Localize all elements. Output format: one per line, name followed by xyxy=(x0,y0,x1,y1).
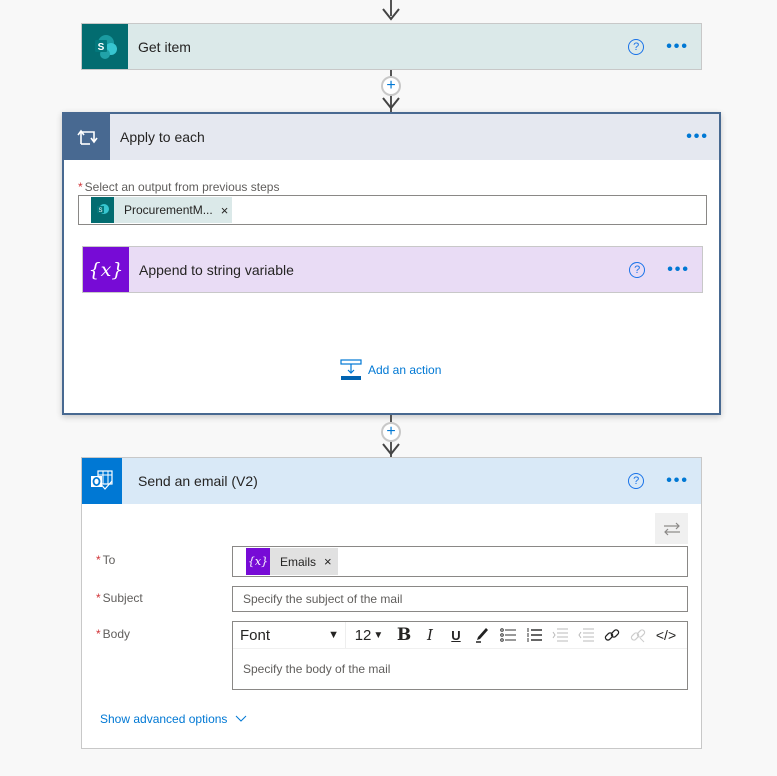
body-label: * Body xyxy=(96,627,131,641)
chevron-down-icon: ▼ xyxy=(328,629,339,641)
outlook-icon xyxy=(82,458,122,504)
help-icon[interactable]: ? xyxy=(629,261,646,278)
svg-text:S: S xyxy=(98,42,105,53)
to-label: * To xyxy=(96,553,116,567)
bullet-list-icon xyxy=(500,628,516,642)
increase-indent-button[interactable] xyxy=(549,622,571,648)
subject-input[interactable]: Specify the subject of the mail xyxy=(232,586,688,612)
font-color-button[interactable] xyxy=(471,622,493,648)
card-title: Append to string variable xyxy=(139,261,294,278)
remove-token-icon[interactable]: × xyxy=(221,203,229,218)
arrow-down-icon xyxy=(382,8,400,21)
unlink-icon xyxy=(630,629,646,643)
help-icon[interactable]: ? xyxy=(628,38,645,55)
chevron-down-icon xyxy=(236,715,247,722)
italic-button[interactable]: I xyxy=(419,622,441,648)
bullet-list-button[interactable] xyxy=(497,622,519,648)
font-dropdown[interactable]: Font ▼ xyxy=(235,622,346,648)
sharepoint-icon: S xyxy=(91,197,114,223)
help-icon[interactable]: ? xyxy=(628,473,645,489)
link-icon xyxy=(604,629,620,641)
card-title: Get item xyxy=(138,38,191,55)
body-toolbar: Font ▼ 12 ▼ B I U </> xyxy=(233,622,687,649)
code-view-button[interactable]: </> xyxy=(653,622,679,648)
select-output-input[interactable]: S ProcurementM... × xyxy=(78,195,707,225)
arrow-down-icon xyxy=(382,97,400,110)
chevron-down-icon: ▼ xyxy=(373,629,384,641)
indent-icon xyxy=(552,628,568,642)
card-title: Apply to each xyxy=(120,129,205,145)
apply-to-each-card[interactable]: Apply to each ••• * Select an output from… xyxy=(62,112,721,415)
more-options-icon[interactable]: ••• xyxy=(666,38,689,54)
arrow-down-icon xyxy=(382,443,400,456)
svg-text:S: S xyxy=(98,208,102,214)
pen-icon xyxy=(476,628,488,643)
insert-link-button[interactable] xyxy=(601,622,623,648)
remove-link-button[interactable] xyxy=(627,622,649,648)
add-action-label: Add an action xyxy=(368,363,442,377)
numbered-list-button[interactable] xyxy=(523,622,545,648)
token-label: ProcurementM... xyxy=(124,203,213,217)
sharepoint-icon: S xyxy=(82,24,128,69)
loop-icon xyxy=(64,114,110,160)
add-action-icon xyxy=(340,359,362,380)
show-advanced-options-link[interactable]: Show advanced options xyxy=(100,712,247,726)
decrease-indent-button[interactable] xyxy=(575,622,597,648)
body-placeholder: Specify the body of the mail xyxy=(243,662,391,676)
insert-step-button[interactable]: + xyxy=(381,422,401,442)
emails-token[interactable]: {x} Emails × xyxy=(246,548,338,575)
swap-arrows-button[interactable] xyxy=(655,513,688,544)
output-token[interactable]: S ProcurementM... × xyxy=(91,197,233,223)
append-to-string-variable-card[interactable]: {x} Append to string variable ? ••• xyxy=(82,246,703,293)
subject-label: * Subject xyxy=(96,591,143,605)
numbered-list-icon xyxy=(527,628,542,642)
add-action-button[interactable]: Add an action xyxy=(340,359,441,381)
bold-button[interactable]: B xyxy=(393,622,415,648)
card-title: Send an email (V2) xyxy=(138,473,258,489)
subject-placeholder: Specify the subject of the mail xyxy=(243,592,403,606)
insert-step-button[interactable]: + xyxy=(381,76,401,96)
get-item-card[interactable]: S Get item ? ••• xyxy=(81,23,702,70)
more-options-icon[interactable]: ••• xyxy=(686,129,709,145)
more-options-icon[interactable]: ••• xyxy=(666,473,689,489)
swap-arrows-icon xyxy=(663,522,680,535)
select-output-label: * Select an output from previous steps xyxy=(78,180,280,194)
to-input[interactable]: {x} Emails × xyxy=(232,546,688,577)
token-label: Emails xyxy=(280,554,317,569)
remove-token-icon[interactable]: × xyxy=(324,554,332,569)
underline-button[interactable]: U xyxy=(445,622,467,648)
variable-icon: {x} xyxy=(83,247,129,292)
outdent-icon xyxy=(578,628,594,642)
send-email-card[interactable]: Send an email (V2) ? ••• * To {x} Emails … xyxy=(81,457,702,749)
body-editor[interactable]: Font ▼ 12 ▼ B I U </> Specify the body o… xyxy=(232,621,688,690)
variable-icon: {x} xyxy=(246,548,270,575)
more-options-icon[interactable]: ••• xyxy=(667,261,690,277)
font-size-dropdown[interactable]: 12 ▼ xyxy=(349,622,389,648)
